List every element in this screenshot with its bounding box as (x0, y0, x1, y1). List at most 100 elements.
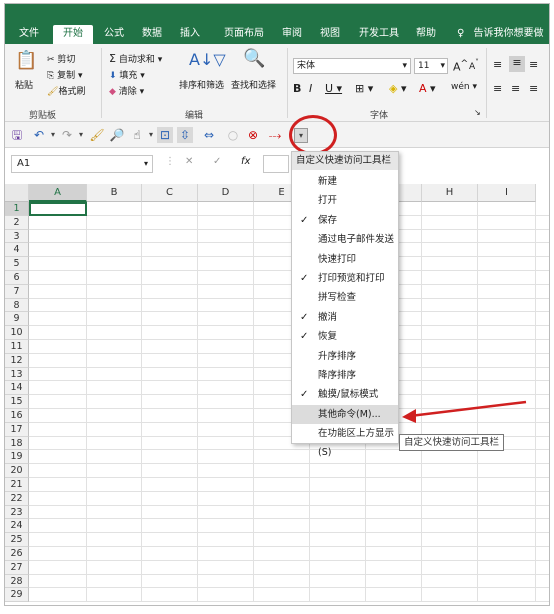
tab-home[interactable]: 开始 (53, 25, 93, 44)
menu-item[interactable]: 降序排序 (292, 366, 398, 385)
row-header[interactable]: 5 (5, 257, 29, 271)
copy-button[interactable]: ⎘ 复制 ▾ (47, 68, 82, 81)
fill-button[interactable]: ⬇ 填充 ▾ (109, 68, 145, 81)
align-bottom-icon[interactable]: ≡ (529, 58, 538, 71)
phonetic-icon[interactable]: wén ▾ (451, 82, 477, 92)
align-left-icon[interactable]: ≡ (493, 82, 502, 95)
tab-page-layout[interactable]: 页面布局 (217, 25, 271, 44)
column-header[interactable]: C (142, 184, 198, 202)
shrink-font-icon[interactable]: A˅ (469, 58, 479, 72)
menu-item[interactable]: 升序排序 (292, 347, 398, 366)
menu-item[interactable]: ✓ 恢复 (292, 327, 398, 346)
align-center-icon[interactable]: ≡ (511, 82, 520, 95)
format-painter-button[interactable]: 🖌格式刷 (47, 84, 85, 97)
grow-font-icon[interactable]: A^ (453, 58, 468, 74)
row-header[interactable]: 15 (5, 395, 29, 409)
menu-item[interactable]: ✓ 触摸/鼠标模式 (292, 385, 398, 404)
function-icon[interactable]: fx (241, 156, 250, 167)
border-icon[interactable]: ⊞ ▾ (355, 82, 373, 95)
chevron-down-icon[interactable]: ▾ (73, 127, 89, 143)
clear-button[interactable]: ◆ 清除 ▾ (109, 84, 144, 97)
tab-help[interactable]: 帮助 (411, 25, 441, 44)
autosum-button[interactable]: Σ 自动求和 ▾ (109, 52, 162, 65)
find-select-button[interactable]: 查找和选择 (231, 78, 276, 91)
row-header[interactable]: 18 (5, 436, 29, 451)
italic-icon[interactable]: I (309, 82, 312, 95)
row-header[interactable]: 10 (5, 326, 29, 340)
dialog-launcher-icon[interactable]: ↘ (474, 108, 481, 117)
tab-developer[interactable]: 开发工具 (353, 25, 405, 44)
bold-icon[interactable]: B (293, 82, 301, 95)
row-header[interactable]: 22 (5, 491, 29, 506)
paste-button[interactable]: 粘贴 (15, 78, 33, 91)
menu-item[interactable]: 通过电子邮件发送 (292, 230, 398, 249)
tell-me-box[interactable]: ♀ 告诉我你想要做 (457, 25, 544, 43)
menu-item[interactable]: 新建 (292, 172, 398, 191)
row-header[interactable]: 4 (5, 243, 29, 258)
column-header[interactable]: I (478, 184, 536, 202)
menu-item[interactable]: 其他命令(M)... (292, 404, 398, 425)
select-all-corner[interactable] (5, 184, 29, 202)
enter-icon[interactable]: ✓ (213, 156, 221, 167)
sort-filter-button[interactable]: 排序和筛选 (179, 78, 224, 91)
align-right-icon[interactable]: ≡ (529, 82, 538, 95)
align-middle-icon[interactable]: ≡ (509, 56, 525, 72)
row-header[interactable]: 17 (5, 422, 29, 437)
fill-color-icon[interactable]: ◈ ▾ (389, 82, 407, 95)
active-cell-a1[interactable] (29, 202, 87, 216)
worksheet-grid[interactable]: A B C D E F G H I 1234567891011121314151… (5, 184, 549, 605)
row-header[interactable]: 29 (5, 588, 29, 603)
row-header[interactable]: 14 (5, 381, 29, 396)
format-painter-icon[interactable]: 🖌 (89, 127, 105, 143)
row-header[interactable]: 12 (5, 353, 29, 368)
cut-button[interactable]: ✂ 剪切 (47, 52, 75, 65)
sort-filter-icon[interactable]: A↓▽ (189, 50, 226, 69)
row-header[interactable]: 19 (5, 450, 29, 465)
find-magnifier-icon[interactable]: 🔍 (243, 48, 265, 69)
tab-formulas[interactable]: 公式 (99, 25, 129, 44)
row-header[interactable]: 11 (5, 340, 29, 354)
cancel-icon[interactable]: ✕ (185, 156, 193, 167)
row-header[interactable]: 21 (5, 478, 29, 492)
menu-item[interactable]: ✓ 保存 (292, 211, 398, 230)
row-header[interactable]: 9 (5, 312, 29, 327)
underline-icon[interactable]: U ▾ (325, 82, 342, 95)
row-header[interactable]: 27 (5, 560, 29, 575)
menu-item[interactable]: 快速打印 (292, 250, 398, 269)
row-header[interactable]: 26 (5, 547, 29, 561)
row-header[interactable]: 25 (5, 533, 29, 547)
row-header[interactable]: 6 (5, 271, 29, 285)
trace-icon[interactable]: ⤏ (267, 127, 283, 143)
menu-item[interactable]: ✓ 撤消 (292, 308, 398, 327)
row-header[interactable]: 24 (5, 519, 29, 534)
menu-item[interactable]: ✓ 打印预览和打印 (292, 269, 398, 288)
tab-review[interactable]: 审阅 (277, 25, 307, 44)
column-width-icon[interactable]: ⇳ (177, 127, 193, 143)
tab-file[interactable]: 文件 (15, 25, 43, 44)
paste-icon[interactable]: 📋 (15, 50, 37, 71)
menu-item[interactable]: 打开 (292, 191, 398, 210)
print-preview-icon[interactable]: 🔎 (109, 127, 125, 143)
circle-icon[interactable]: ○ (225, 127, 241, 143)
row-header[interactable]: 3 (5, 229, 29, 244)
column-header[interactable]: B (87, 184, 142, 202)
row-height-icon[interactable]: ⇔ (201, 127, 217, 143)
column-header[interactable]: D (198, 184, 254, 202)
save-icon[interactable]: 🖫 (9, 127, 25, 143)
column-header[interactable]: A (29, 184, 87, 202)
column-header[interactable]: H (422, 184, 478, 202)
row-header[interactable]: 20 (5, 464, 29, 478)
menu-item[interactable]: 拼写检查 (292, 288, 398, 307)
row-header[interactable]: 2 (5, 215, 29, 230)
tab-view[interactable]: 视图 (315, 25, 345, 44)
formula-input[interactable] (263, 155, 289, 173)
freeze-panes-icon[interactable]: ⊡ (157, 127, 173, 143)
tab-data[interactable]: 数据 (137, 25, 167, 44)
font-size-select[interactable]: 11 ▾ (414, 58, 448, 74)
font-name-select[interactable]: 宋体 ▾ (293, 58, 411, 74)
font-color-icon[interactable]: A ▾ (419, 82, 436, 95)
align-top-icon[interactable]: ≡ (493, 58, 502, 71)
menu-item[interactable]: 在功能区上方显示(S) (292, 424, 398, 458)
clear-validation-icon[interactable]: ⊗ (245, 127, 261, 143)
row-header[interactable]: 1 (5, 202, 29, 216)
